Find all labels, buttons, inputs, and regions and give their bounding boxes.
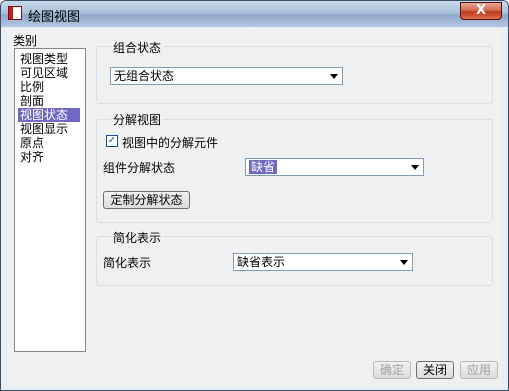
apply-button[interactable]: 应用 [460, 361, 498, 379]
ok-button[interactable]: 确定 [373, 361, 411, 379]
category-list[interactable]: 视图类型 可见区域 比例 剖面 视图状态 视图显示 原点 对齐 [14, 48, 86, 352]
component-explode-state-label: 组件分解状态 [103, 161, 176, 175]
window-title: 绘图视图 [28, 10, 81, 25]
simplified-rep-label: 简化表示 [103, 256, 152, 270]
explode-view-heading: 分解视图 [111, 111, 164, 128]
app-icon [8, 6, 22, 20]
explode-components-label: 视图中的分解元件 [122, 136, 219, 150]
combination-state-select[interactable]: 无组合状态 [110, 67, 343, 85]
explode-components-checkbox[interactable]: ✓ [106, 135, 118, 147]
combination-state-heading: 组合状态 [111, 39, 164, 56]
simplified-rep-value: 缺省表示 [237, 255, 286, 269]
component-explode-state-value: 缺省 [249, 160, 278, 174]
title-bar[interactable]: 绘图视图 X [1, 1, 508, 27]
component-explode-state-select[interactable]: 缺省 [245, 158, 424, 176]
close-button[interactable]: 关闭 [416, 361, 454, 379]
category-item-origin[interactable]: 原点 [18, 136, 46, 150]
category-item-visible-area[interactable]: 可见区域 [18, 66, 70, 80]
drawing-view-dialog: 绘图视图 X 类别 视图类型 可见区域 比例 剖面 视图状态 视图显示 原点 对… [0, 0, 509, 391]
category-item-view-display[interactable]: 视图显示 [18, 122, 70, 136]
simplified-rep-select[interactable]: 缺省表示 [233, 253, 413, 271]
category-item-alignment[interactable]: 对齐 [18, 150, 46, 164]
category-label: 类别 [13, 34, 38, 48]
category-item-view-state[interactable]: 视图状态 [18, 108, 80, 122]
combination-state-value: 无组合状态 [114, 69, 175, 83]
chevron-down-icon [411, 165, 419, 170]
category-item-section[interactable]: 剖面 [18, 94, 46, 108]
custom-explode-state-button[interactable]: 定制分解状态 [103, 191, 190, 209]
chevron-down-icon [330, 74, 338, 79]
simplified-rep-heading: 简化表示 [111, 229, 164, 246]
category-item-view-type[interactable]: 视图类型 [18, 52, 70, 66]
chevron-down-icon [400, 260, 408, 265]
dialog-body: 类别 视图类型 可见区域 比例 剖面 视图状态 视图显示 原点 对齐 组合状态 … [7, 28, 502, 386]
close-window-button[interactable]: X [460, 2, 502, 20]
category-item-scale[interactable]: 比例 [18, 80, 46, 94]
